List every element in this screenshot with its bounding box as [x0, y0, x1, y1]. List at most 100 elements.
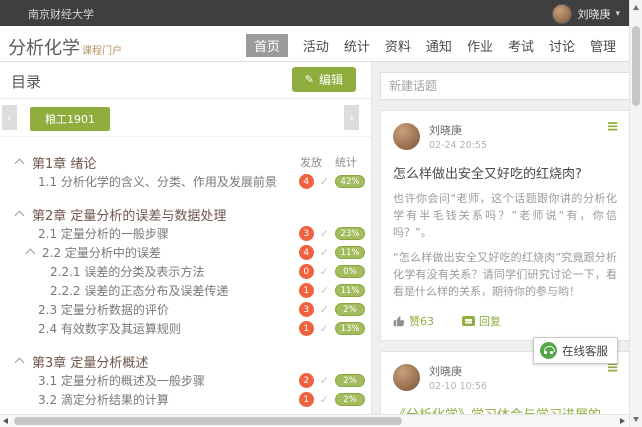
toc-section-row[interactable]: 2.4 有效数字及其运算规则 1✓13% [0, 319, 371, 338]
vertical-scroll-thumb[interactable] [632, 26, 640, 106]
chapter-label: 第2章 定量分析的误差与数据处理 [32, 205, 226, 224]
distribute-count-badge[interactable]: 2 [299, 373, 314, 388]
horizontal-scrollbar[interactable] [0, 414, 629, 427]
progress-pill[interactable]: 13% [335, 322, 365, 335]
nav-item-5[interactable]: 作业 [467, 36, 493, 55]
progress-pill[interactable]: 42% [335, 175, 365, 188]
like-button[interactable]: 赞63 [393, 313, 434, 329]
toc-section-row[interactable]: 2.2.2 误差的正态分布及误差传递 1✓11% [0, 281, 371, 300]
page: 南京财经大学 刘晓庚 ▾ 分析化学课程门户 首页活动统计资料通知作业考试讨论管理… [0, 0, 642, 427]
toc-section-row[interactable]: 2.2.1 误差的分类及表示方法0✓0% [0, 262, 371, 281]
nav-item-1[interactable]: 活动 [303, 36, 329, 55]
distribute-count-badge[interactable]: 0 [299, 264, 314, 279]
new-topic-input[interactable] [380, 72, 630, 100]
distribute-count-badge[interactable]: 1 [299, 392, 314, 407]
collapse-icon[interactable] [15, 211, 25, 221]
distribute-count-badge[interactable]: 3 [299, 226, 314, 241]
user-avatar[interactable] [552, 4, 572, 24]
progress-pill[interactable]: 2% [335, 303, 365, 316]
section-label[interactable]: 3.2 滴定分析结果的计算 [38, 391, 169, 408]
check-icon: ✓ [320, 228, 329, 239]
post-title[interactable]: 怎么样做出安全又好吃的红烧肉? [393, 163, 617, 182]
post-time: 02-24 20:55 [429, 140, 487, 151]
distribute-count-badge[interactable]: 1 [299, 283, 314, 298]
nav-item-8[interactable]: 管理 [590, 36, 616, 55]
chapter-label: 第3章 定量分析概述 [32, 352, 148, 371]
section-label[interactable]: 2.1 定量分析的一般步骤 [38, 225, 169, 242]
main-nav: 首页活动统计资料通知作业考试讨论管理 [246, 34, 616, 57]
section-label[interactable]: 2.2.2 误差的正态分布及误差传递 [50, 282, 228, 299]
check-icon: ✓ [320, 176, 329, 187]
post-menu-icon[interactable]: ≡ [606, 119, 619, 134]
toc-section-row[interactable]: 2.3 定量分析数据的评价 3 ✓ 2% [0, 300, 371, 319]
scroll-down-icon[interactable] [633, 417, 639, 422]
horizontal-scroll-thumb[interactable] [14, 417, 402, 425]
col-distribute: 发放 [300, 154, 322, 170]
toc-chapter-row[interactable]: 第1章 绪论发放统计 [0, 152, 371, 172]
toc-section-row[interactable]: 3.2 滴定分析结果的计算 1 ✓ 2% [0, 390, 371, 409]
nav-item-7[interactable]: 讨论 [549, 36, 575, 55]
section-status: 2✓2% [299, 373, 365, 388]
progress-pill[interactable]: 23% [335, 227, 365, 240]
post-time: 02-10 10:56 [429, 381, 487, 392]
section-label[interactable]: 3.1 定量分析的概述及一般步骤 [38, 372, 205, 389]
section-label[interactable]: 2.2.1 误差的分类及表示方法 [50, 263, 204, 280]
tab-scroll-right-icon[interactable]: › [344, 105, 359, 130]
toc-section-row[interactable]: 2.1 定量分析的一般步骤 3 ✓ 23% [0, 224, 371, 243]
toc-chapter-row[interactable]: 第3章 定量分析概述 [0, 351, 371, 371]
progress-pill[interactable]: 2% [335, 374, 365, 387]
scroll-up-icon[interactable] [633, 5, 639, 10]
scroll-left-icon[interactable] [3, 418, 8, 424]
edit-button[interactable]: ✎编辑 [292, 67, 356, 92]
toc-section-row[interactable]: 3.1 定量分析的概述及一般步骤 2✓2% [0, 371, 371, 390]
collapse-icon[interactable] [15, 358, 25, 368]
user-menu[interactable]: 刘晓庚 ▾ [552, 4, 620, 24]
check-icon: ✓ [320, 304, 329, 315]
nav-item-4[interactable]: 通知 [426, 36, 452, 55]
progress-pill[interactable]: 2% [335, 393, 365, 406]
nav-item-6[interactable]: 考试 [508, 36, 534, 55]
nav-item-2[interactable]: 统计 [344, 36, 370, 55]
nav-item-0[interactable]: 首页 [246, 34, 288, 57]
post-author: 刘晓庚 [429, 363, 487, 379]
collapse-icon[interactable] [15, 159, 25, 169]
class-tab[interactable]: 粮工1901 [30, 107, 110, 131]
progress-pill[interactable]: 0% [335, 265, 365, 278]
section-label[interactable]: 2.4 有效数字及其运算规则 [38, 320, 181, 337]
nav-item-3[interactable]: 资料 [385, 36, 411, 55]
online-service-button[interactable]: 在线客服 [533, 337, 618, 364]
toc-section-row[interactable]: 1.1 分析化学的含义、分类、作用及发展前景 4 ✓ 42% [0, 172, 371, 191]
post-author: 刘晓庚 [429, 122, 487, 138]
distribute-count-badge[interactable]: 4 [299, 174, 314, 189]
progress-pill[interactable]: 11% [335, 284, 365, 297]
section-status: 1✓11% [299, 283, 365, 298]
pencil-icon: ✎ [305, 73, 314, 86]
toc-chapter-row[interactable]: 第2章 定量分析的误差与数据处理 [0, 204, 371, 224]
progress-pill[interactable]: 11% [335, 246, 365, 259]
section-status: 3 ✓ 2% [299, 302, 365, 317]
section-status: 4 ✓ 42% [299, 174, 365, 189]
section-label[interactable]: 1.1 分析化学的含义、分类、作用及发展前景 [38, 173, 277, 190]
tab-scroll-left-icon[interactable]: ‹ [2, 105, 17, 130]
toc-list: 第1章 绪论发放统计1.1 分析化学的含义、分类、作用及发展前景4✓42%第2章… [0, 137, 371, 427]
section-label[interactable]: 2.2 定量分析中的误差 [42, 244, 161, 261]
chapter-label: 第1章 绪论 [32, 153, 96, 172]
section-status: 3 ✓ 23% [299, 226, 365, 241]
toc-section-row[interactable]: 2.2 定量分析中的误差4✓11% [0, 243, 371, 262]
vertical-scrollbar[interactable] [629, 0, 642, 427]
section-status: 1 ✓ 2% [299, 392, 365, 407]
collapse-icon[interactable] [26, 249, 36, 259]
avatar[interactable] [393, 364, 420, 391]
portal-label: 课程门户 [82, 46, 122, 57]
distribute-count-badge[interactable]: 3 [299, 302, 314, 317]
section-status: 1✓13% [299, 321, 365, 336]
avatar[interactable] [393, 123, 420, 150]
scroll-right-icon[interactable] [620, 418, 625, 424]
distribute-count-badge[interactable]: 4 [299, 245, 314, 260]
class-tabstrip: ‹ 粮工1901 › [0, 99, 371, 137]
post-footer: 赞63 回复 [393, 313, 617, 329]
reply-button[interactable]: 回复 [462, 313, 501, 329]
check-icon: ✓ [320, 394, 329, 405]
distribute-count-badge[interactable]: 1 [299, 321, 314, 336]
section-label[interactable]: 2.3 定量分析数据的评价 [38, 301, 169, 318]
